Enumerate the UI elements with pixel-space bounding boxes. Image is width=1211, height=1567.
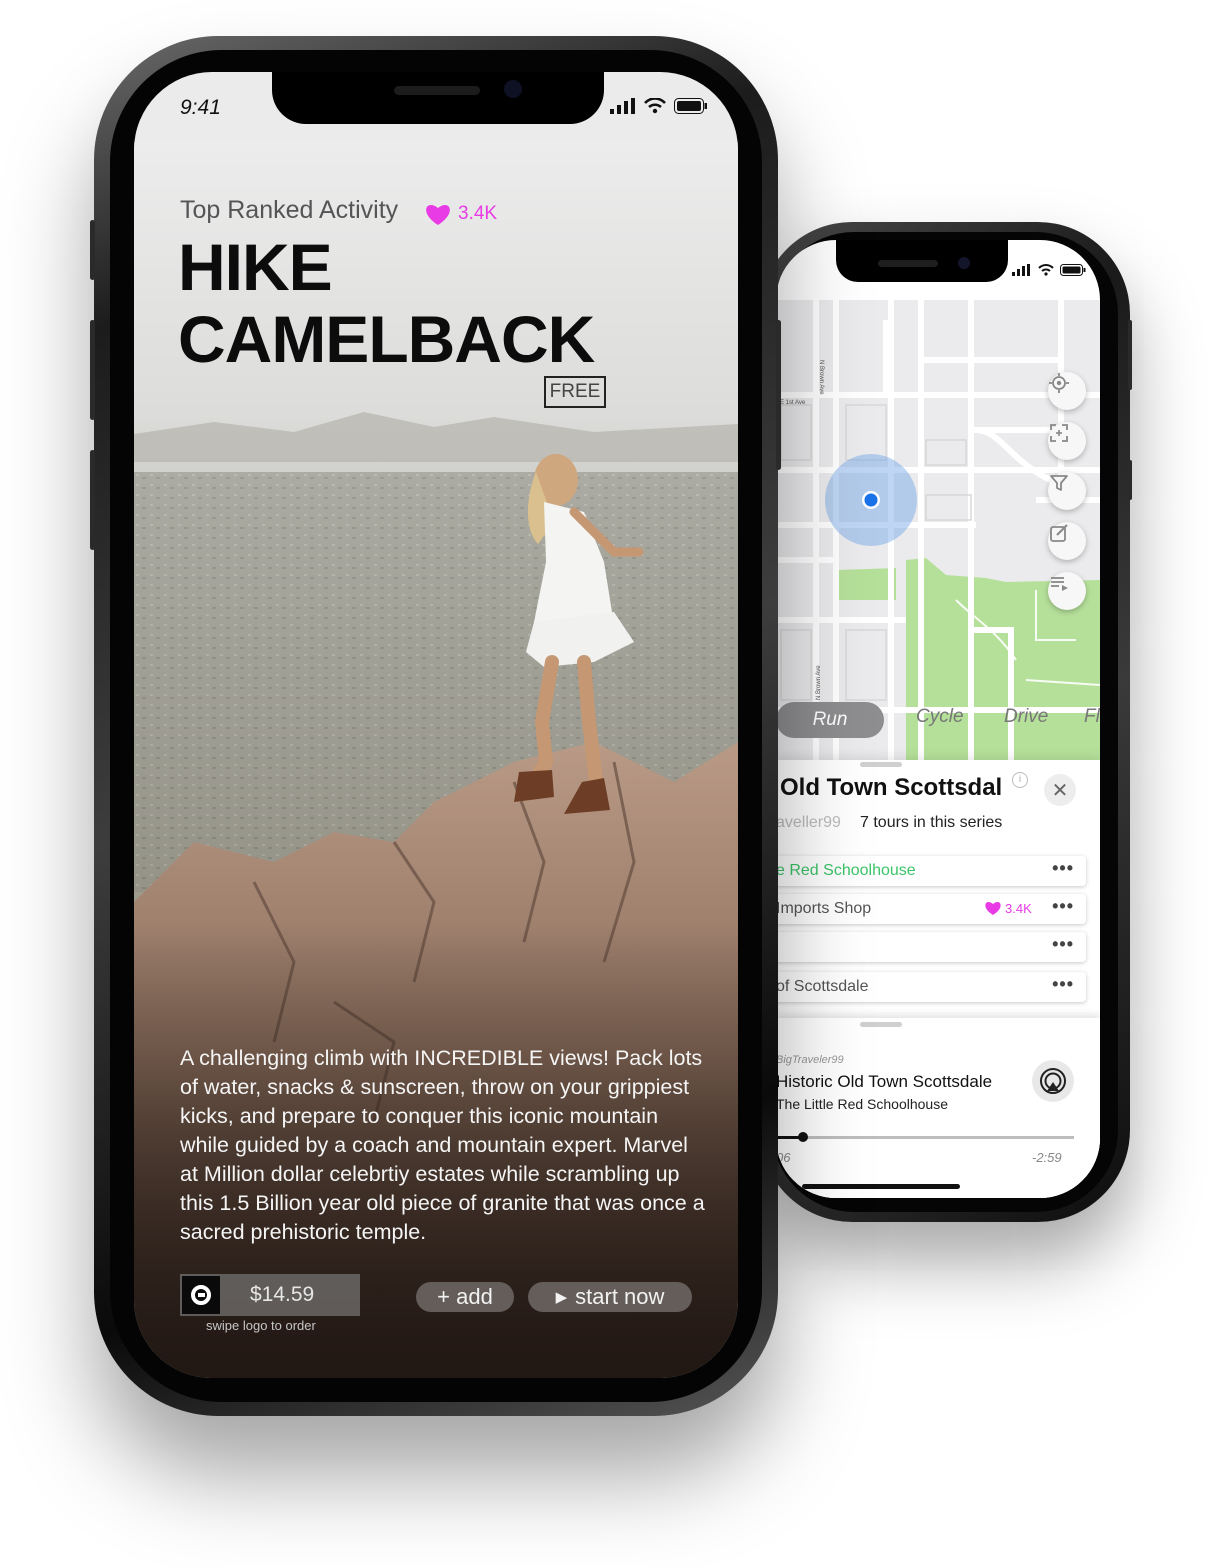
more-icon[interactable]: ••• xyxy=(1052,858,1074,879)
progress-knob[interactable] xyxy=(797,1132,808,1142)
signal-icon xyxy=(610,98,635,114)
tour-title: Old Town Scottsdal xyxy=(780,774,1003,801)
more-icon[interactable]: ••• xyxy=(1052,896,1074,917)
home-indicator xyxy=(802,1184,960,1189)
list-item[interactable]: ••• xyxy=(776,932,1086,962)
back-phone-screen: N Brown Ave E 1st Ave N Brown Ave Run Cy… xyxy=(776,240,1100,1198)
tab-cycle[interactable]: Cycle xyxy=(916,706,964,728)
side-button xyxy=(90,320,95,420)
status-time: 9:41 xyxy=(180,96,221,119)
price-badge: FREE xyxy=(544,376,606,408)
more-icon[interactable]: ••• xyxy=(1052,934,1074,955)
battery-icon xyxy=(1060,264,1086,276)
park-area xyxy=(836,568,896,600)
remaining-time: -2:59 xyxy=(1032,1150,1062,1165)
player-author: BigTraveler99 xyxy=(776,1054,844,1066)
player-handle[interactable] xyxy=(860,1022,902,1027)
street-label: N Brown Ave xyxy=(816,665,822,700)
start-now-button[interactable]: ▶ start now xyxy=(528,1282,692,1312)
battery-icon xyxy=(674,98,707,114)
airplay-button[interactable] xyxy=(1032,1060,1074,1102)
side-button xyxy=(90,450,95,550)
order-price: $14.59 xyxy=(250,1283,315,1306)
location-dot xyxy=(864,493,878,507)
activity-title-line2: CAMELBACK xyxy=(178,302,595,376)
edit-button[interactable] xyxy=(1048,522,1086,560)
like-count[interactable]: 3.4K xyxy=(424,202,497,226)
stop-label: Imports Shop xyxy=(776,900,872,917)
sheet-handle[interactable] xyxy=(860,762,902,767)
status-bar xyxy=(1012,264,1086,276)
elapsed-time: 06 xyxy=(776,1150,791,1165)
tour-sheet: Old Town Scottsdal i ✕ aveller99 7 tours… xyxy=(776,760,1100,1198)
list-item[interactable]: e Red Schoolhouse ••• xyxy=(776,856,1086,886)
stop-likes: 3.4K xyxy=(984,900,1032,916)
playlist-button[interactable] xyxy=(1048,572,1086,610)
map-view[interactable]: N Brown Ave E 1st Ave N Brown Ave xyxy=(776,300,1100,760)
locate-button[interactable] xyxy=(1048,372,1086,410)
close-icon: ✕ xyxy=(1051,779,1069,802)
wifi-icon xyxy=(644,98,666,114)
list-item[interactable]: of Scottsdale ••• xyxy=(776,972,1086,1002)
activity-category: Top Ranked Activity xyxy=(180,196,399,224)
player-title: Historic Old Town Scottsdale xyxy=(776,1072,993,1091)
start-now-label: start now xyxy=(575,1284,665,1309)
info-icon[interactable]: i xyxy=(1012,772,1028,788)
order-hint: swipe logo to order xyxy=(206,1318,316,1333)
play-icon: ▶ xyxy=(555,1289,568,1306)
locate-icon xyxy=(1049,373,1069,393)
focus-button[interactable] xyxy=(1048,422,1086,460)
heart-icon xyxy=(985,902,1001,915)
tab-run[interactable]: Run xyxy=(776,702,884,738)
signal-icon xyxy=(1012,264,1030,276)
heart-icon xyxy=(426,205,450,225)
edit-icon xyxy=(1050,524,1068,542)
add-button[interactable]: + add xyxy=(416,1282,514,1312)
filter-icon xyxy=(1050,475,1068,491)
tab-drive[interactable]: Drive xyxy=(1004,706,1048,728)
more-icon[interactable]: ••• xyxy=(1052,974,1074,995)
filter-button[interactable] xyxy=(1048,472,1086,510)
stop-label: e Red Schoolhouse xyxy=(776,862,916,879)
uber-icon xyxy=(191,1285,211,1305)
notch xyxy=(272,72,604,124)
uber-logo[interactable] xyxy=(182,1276,220,1314)
wifi-icon xyxy=(1038,264,1054,276)
stop-likes-count: 3.4K xyxy=(1005,900,1032,916)
street-label: N Brown Ave xyxy=(818,360,824,395)
tour-author[interactable]: aveller99 xyxy=(776,814,841,832)
tour-series-count[interactable]: 7 tours in this series xyxy=(860,814,1002,832)
side-button xyxy=(90,220,95,280)
transport-mode-tabs: Run Cycle Drive Fl xyxy=(776,698,1100,744)
focus-icon xyxy=(1050,424,1068,442)
player-subtitle: The Little Red Schoolhouse xyxy=(776,1096,948,1112)
side-button xyxy=(776,320,781,470)
likes-value: 3.4K xyxy=(458,203,498,224)
list-item[interactable]: Imports Shop 3.4K ••• xyxy=(776,894,1086,924)
status-bar xyxy=(610,98,708,114)
audio-player: BigTraveler99 Historic Old Town Scottsda… xyxy=(776,1018,1100,1198)
progress-track[interactable] xyxy=(776,1132,1074,1142)
stop-label: of Scottsdale xyxy=(776,978,869,995)
side-button xyxy=(1128,460,1132,500)
close-button[interactable]: ✕ xyxy=(1044,774,1076,806)
notch xyxy=(836,240,1008,282)
activity-description: A challenging climb with INCREDIBLE view… xyxy=(180,1046,705,1244)
tab-fly[interactable]: Fl xyxy=(1084,706,1100,728)
playlist-icon xyxy=(1051,577,1068,591)
activity-title-line1: HIKE xyxy=(178,230,333,304)
front-phone-screen: Top Ranked Activity 3.4K HIKE CAMELBACK … xyxy=(134,72,738,1378)
podcast-icon xyxy=(1040,1068,1066,1094)
side-button xyxy=(1128,320,1132,390)
uber-order-slider[interactable]: $14.59 xyxy=(180,1274,360,1316)
street-label: E 1st Ave xyxy=(780,400,806,406)
